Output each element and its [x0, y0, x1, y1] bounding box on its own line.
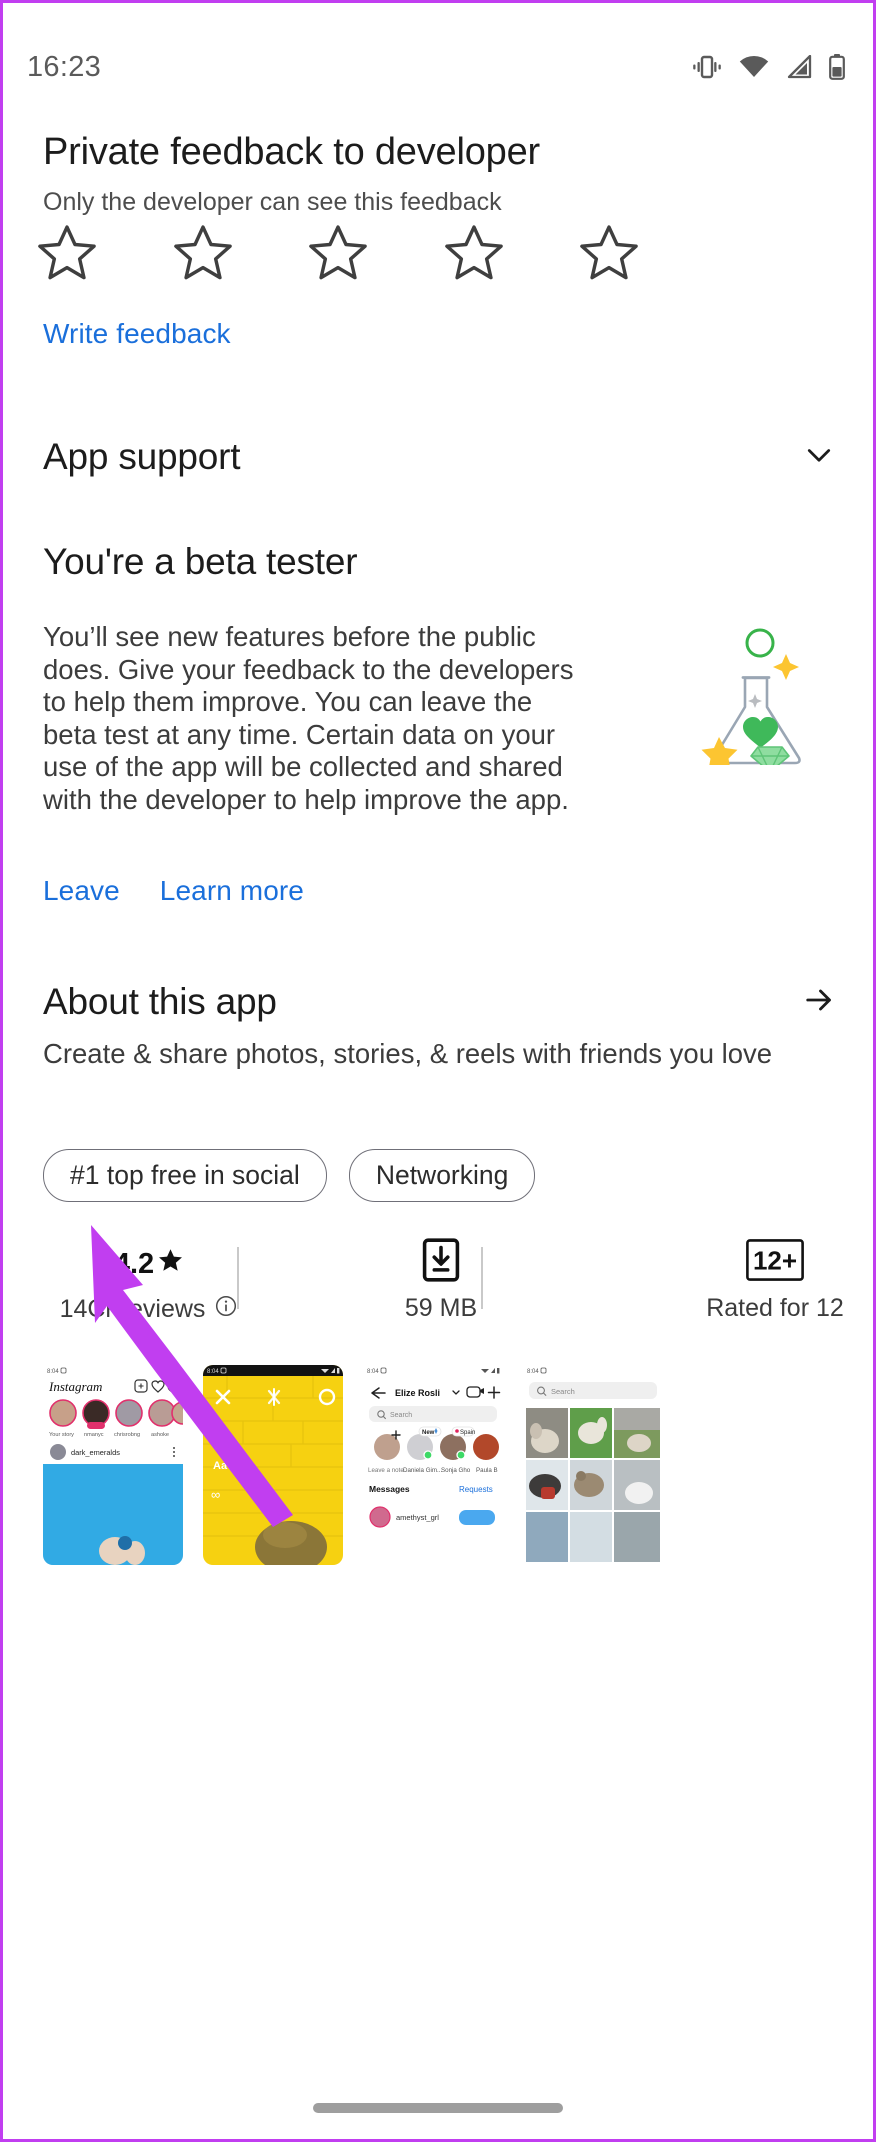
svg-text:Aa: Aa	[213, 1460, 228, 1472]
svg-text:Daniela Gim...: Daniela Gim...	[403, 1467, 442, 1474]
write-feedback-link[interactable]: Write feedback	[43, 318, 231, 350]
content-rating-badge: 12+	[746, 1239, 804, 1289]
svg-text:Requests: Requests	[459, 1485, 493, 1494]
star-outline-icon-3[interactable]	[304, 221, 372, 287]
private-feedback-subtitle: Only the developer can see this feedback	[43, 188, 502, 216]
stat-rating[interactable]: 4.2 14Cr reviews	[3, 1241, 295, 1325]
stat-download-size: 59 MB	[295, 1238, 587, 1323]
screenshot-instagram-feed[interactable]: 8:04 Instagram Your story nmanyc chrisro…	[43, 1365, 183, 1565]
svg-text:dark_emeralds: dark_emeralds	[71, 1448, 120, 1457]
svg-text:Search: Search	[390, 1412, 412, 1419]
svg-text:12+: 12+	[753, 1246, 797, 1276]
vibrate-icon	[692, 54, 722, 80]
star-filled-icon	[157, 1247, 184, 1282]
stat-content-rating: 12+ Rated for 12	[629, 1239, 873, 1323]
download-icon-row	[420, 1238, 462, 1290]
phone-screen: 16:23 Private feedback to developer Only…	[0, 0, 876, 2142]
cellular-signal-icon	[786, 55, 812, 79]
app-stats-row: 4.2 14Cr reviews 59 MB 12+ Rated for 12	[3, 1238, 873, 1351]
app-support-title: App support	[43, 436, 241, 477]
screenshot-explore-grid[interactable]: 8:04 Search	[523, 1365, 663, 1565]
svg-text:chrisrobng: chrisrobng	[114, 1432, 140, 1438]
leave-link[interactable]: Leave	[43, 875, 120, 907]
about-this-app-row[interactable]: About this app	[3, 975, 873, 1029]
chevron-down-icon[interactable]	[801, 437, 837, 478]
beta-tester-body: You’ll see new features before the publi…	[43, 621, 574, 815]
star-outline-icon-5[interactable]	[575, 221, 643, 287]
info-icon[interactable]	[214, 1294, 238, 1325]
content-rating-label: Rated for 12	[706, 1294, 844, 1322]
svg-text:nmanyc: nmanyc	[84, 1432, 104, 1438]
about-this-app-title: About this app	[43, 981, 277, 1022]
battery-icon	[829, 54, 845, 80]
chip-top-free-in-social[interactable]: #1 top free in social	[43, 1149, 327, 1202]
status-bar-icons	[692, 54, 845, 80]
svg-text:Elize Rosli: Elize Rosli	[395, 1388, 440, 1398]
download-size-value: 59 MB	[404, 1294, 478, 1322]
svg-text:New: New	[422, 1430, 435, 1436]
home-indicator[interactable]	[313, 2103, 563, 2113]
svg-text:8:04: 8:04	[367, 1369, 379, 1375]
reviews-count: 14Cr reviews	[59, 1295, 206, 1323]
svg-text:Paula B: Paula B	[476, 1467, 498, 1474]
beta-tester-actions: Leave Learn more	[43, 875, 304, 907]
screenshot-camera-story[interactable]: 8:04 Aa ∞	[203, 1365, 343, 1565]
star-outline-icon-2[interactable]	[169, 221, 237, 287]
beta-tester-title: You're a beta tester	[43, 541, 358, 582]
star-outline-icon-4[interactable]	[440, 221, 508, 287]
beaker-flask-illustration	[683, 615, 833, 774]
screenshot-carousel[interactable]: 8:04 Instagram Your story nmanyc chrisro…	[43, 1365, 663, 1565]
svg-text:Spain: Spain	[460, 1430, 475, 1436]
rating-star-row[interactable]	[33, 221, 643, 287]
svg-text:ashoke: ashoke	[151, 1432, 169, 1438]
svg-text:∞: ∞	[211, 1487, 220, 1502]
content-rating-badge-row: 12+	[746, 1239, 804, 1289]
about-this-app-description: Create & share photos, stories, & reels …	[43, 1038, 773, 1069]
svg-text:Leave a note: Leave a note	[368, 1467, 404, 1474]
rating-value: 4.2	[113, 1247, 155, 1280]
star-outline-icon-1[interactable]	[33, 221, 101, 287]
download-box-icon	[420, 1238, 462, 1290]
learn-more-link[interactable]: Learn more	[160, 875, 304, 907]
svg-text:8:04: 8:04	[47, 1369, 59, 1375]
app-support-row[interactable]: App support	[3, 427, 873, 487]
wifi-icon	[739, 55, 769, 79]
status-bar: 16:23	[3, 41, 873, 93]
svg-text:8:04: 8:04	[527, 1369, 539, 1375]
chip-networking[interactable]: Networking	[348, 1149, 536, 1202]
svg-text:Search: Search	[551, 1387, 575, 1396]
svg-text:Your story: Your story	[49, 1432, 74, 1438]
rating-value-row: 4.2	[114, 1241, 184, 1287]
svg-text:8:04: 8:04	[207, 1369, 219, 1375]
svg-text:Instagram: Instagram	[48, 1379, 102, 1394]
app-tag-chips: #1 top free in social Networking	[43, 1149, 536, 1202]
private-feedback-title: Private feedback to developer	[43, 131, 540, 173]
arrow-right-icon[interactable]	[801, 982, 837, 1023]
svg-text:Sonja Gho: Sonja Gho	[441, 1467, 471, 1474]
status-bar-clock: 16:23	[27, 50, 102, 83]
svg-text:Messages: Messages	[369, 1484, 410, 1494]
screenshot-direct-messages[interactable]: 8:04 Elize Rosli Search New Spain Leave …	[363, 1365, 503, 1565]
reviews-count-row: 14Cr reviews	[60, 1294, 239, 1325]
svg-text:amethyst_grl: amethyst_grl	[396, 1513, 439, 1522]
